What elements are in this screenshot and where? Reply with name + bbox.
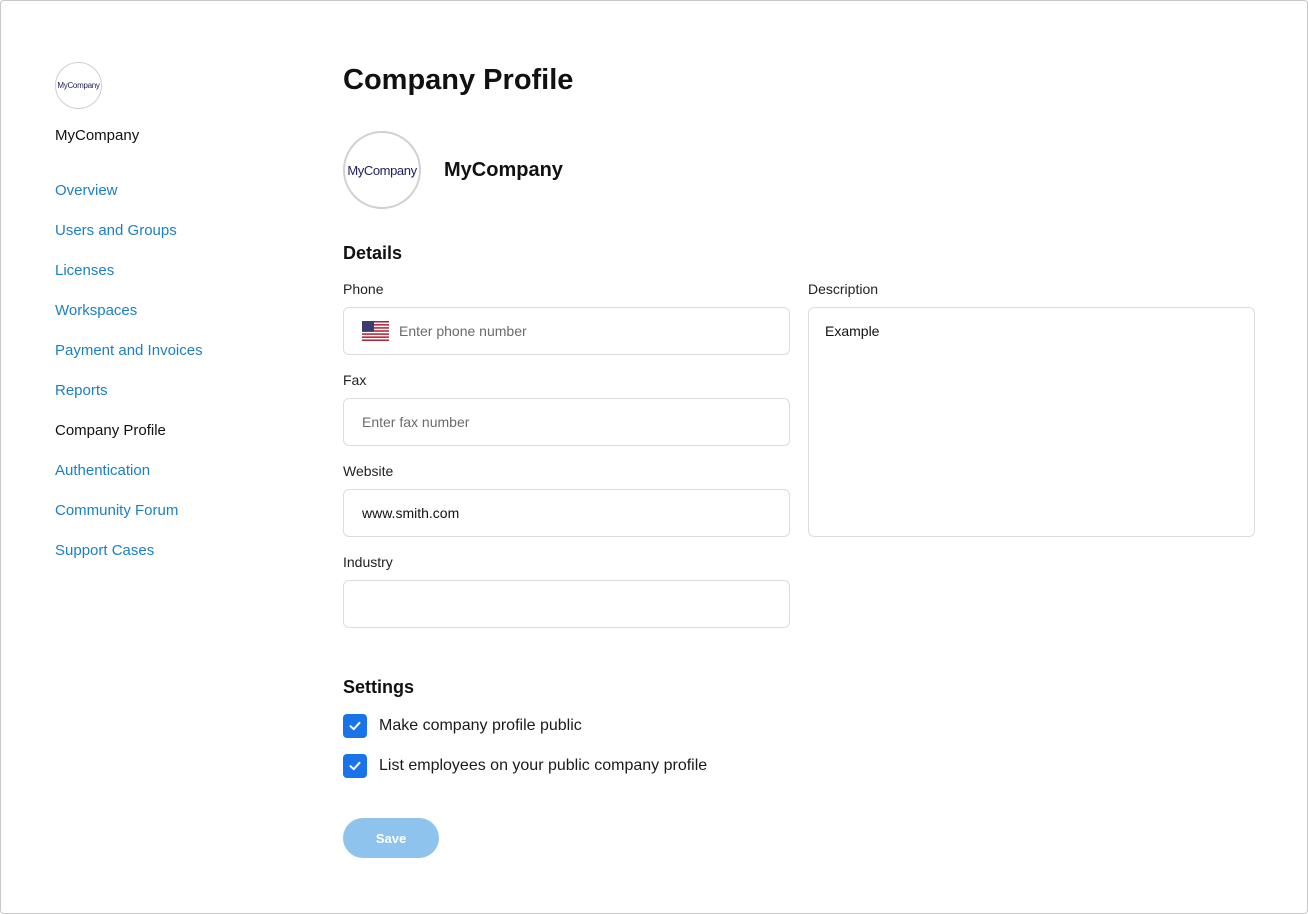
details-heading: Details bbox=[343, 243, 403, 263]
app-window: MyCompany MyCompany Overview Users and G… bbox=[0, 0, 1308, 914]
description-field: Description Example bbox=[808, 281, 1255, 537]
profile-header: MyCompany MyCompany bbox=[343, 131, 1255, 209]
nav-link[interactable]: Users and Groups bbox=[55, 222, 177, 239]
fax-input[interactable]: Enter fax number bbox=[343, 398, 790, 446]
nav-link[interactable]: Reports bbox=[55, 382, 108, 399]
sidebar-item-workspaces[interactable]: Workspaces bbox=[55, 302, 295, 342]
public-profile-option[interactable]: Make company profile public bbox=[343, 714, 1255, 738]
us-flag-icon[interactable] bbox=[362, 321, 389, 341]
company-logo-text: MyCompany bbox=[57, 81, 100, 90]
industry-field: Industry bbox=[343, 554, 790, 628]
company-logo-text: MyCompany bbox=[347, 162, 417, 178]
page-title: Company Profile bbox=[343, 64, 574, 96]
sidebar-item-licenses[interactable]: Licenses bbox=[55, 262, 295, 302]
sidebar-item-support-cases[interactable]: Support Cases bbox=[55, 542, 295, 582]
settings-heading: Settings bbox=[343, 677, 415, 697]
sidebar-item-authentication[interactable]: Authentication bbox=[55, 462, 295, 502]
details-left-column: Phone Enter phone number Fax Enter fax n… bbox=[343, 281, 790, 628]
industry-label: Industry bbox=[343, 554, 393, 570]
checkmark-icon bbox=[349, 721, 361, 731]
fax-placeholder: Enter fax number bbox=[362, 414, 470, 430]
company-logo-small: MyCompany bbox=[55, 62, 102, 109]
checkmark-icon bbox=[349, 761, 361, 771]
website-field: Website www.smith.com bbox=[343, 463, 790, 537]
fax-field: Fax Enter fax number bbox=[343, 372, 790, 446]
description-textarea[interactable]: Example bbox=[808, 307, 1255, 537]
sidebar-company-name: MyCompany bbox=[55, 127, 140, 144]
phone-field: Phone Enter phone number bbox=[343, 281, 790, 355]
sidebar: MyCompany MyCompany Overview Users and G… bbox=[55, 62, 295, 582]
sidebar-item-community-forum[interactable]: Community Forum bbox=[55, 502, 295, 542]
profile-company-name: MyCompany bbox=[444, 158, 563, 181]
nav-link[interactable]: Workspaces bbox=[55, 302, 137, 319]
sidebar-item-overview[interactable]: Overview bbox=[55, 182, 295, 222]
details-right-column: Description Example bbox=[808, 281, 1255, 628]
sidebar-item-company-profile[interactable]: Company Profile bbox=[55, 422, 295, 462]
industry-input[interactable] bbox=[343, 580, 790, 628]
fax-label: Fax bbox=[343, 372, 367, 388]
public-profile-checkbox[interactable] bbox=[343, 714, 367, 738]
nav-link[interactable]: Support Cases bbox=[55, 542, 154, 559]
company-logo[interactable]: MyCompany bbox=[343, 131, 421, 209]
description-label: Description bbox=[808, 281, 879, 297]
list-employees-checkbox[interactable] bbox=[343, 754, 367, 778]
save-button[interactable]: Save bbox=[343, 818, 439, 858]
sidebar-item-payment-and-invoices[interactable]: Payment and Invoices bbox=[55, 342, 295, 382]
nav-link[interactable]: Community Forum bbox=[55, 502, 178, 519]
nav-link-active[interactable]: Company Profile bbox=[55, 422, 166, 439]
website-value: www.smith.com bbox=[362, 505, 460, 521]
website-input[interactable]: www.smith.com bbox=[343, 489, 790, 537]
nav-link[interactable]: Overview bbox=[55, 182, 118, 199]
sidebar-item-users-and-groups[interactable]: Users and Groups bbox=[55, 222, 295, 262]
website-label: Website bbox=[343, 463, 394, 479]
list-employees-label: List employees on your public company pr… bbox=[379, 757, 708, 774]
nav-link[interactable]: Payment and Invoices bbox=[55, 342, 203, 359]
sidebar-item-reports[interactable]: Reports bbox=[55, 382, 295, 422]
nav-link[interactable]: Authentication bbox=[55, 462, 150, 479]
sidebar-nav: Overview Users and Groups Licenses Works… bbox=[55, 182, 295, 582]
nav-link[interactable]: Licenses bbox=[55, 262, 114, 279]
public-profile-label: Make company profile public bbox=[379, 717, 582, 734]
list-employees-option[interactable]: List employees on your public company pr… bbox=[343, 754, 1255, 778]
details-grid: Phone Enter phone number Fax Enter fax n… bbox=[343, 281, 1255, 628]
phone-placeholder: Enter phone number bbox=[399, 323, 527, 339]
main-content: Company Profile MyCompany MyCompany Deta… bbox=[343, 61, 1255, 858]
phone-input[interactable]: Enter phone number bbox=[343, 307, 790, 355]
phone-label: Phone bbox=[343, 281, 384, 297]
